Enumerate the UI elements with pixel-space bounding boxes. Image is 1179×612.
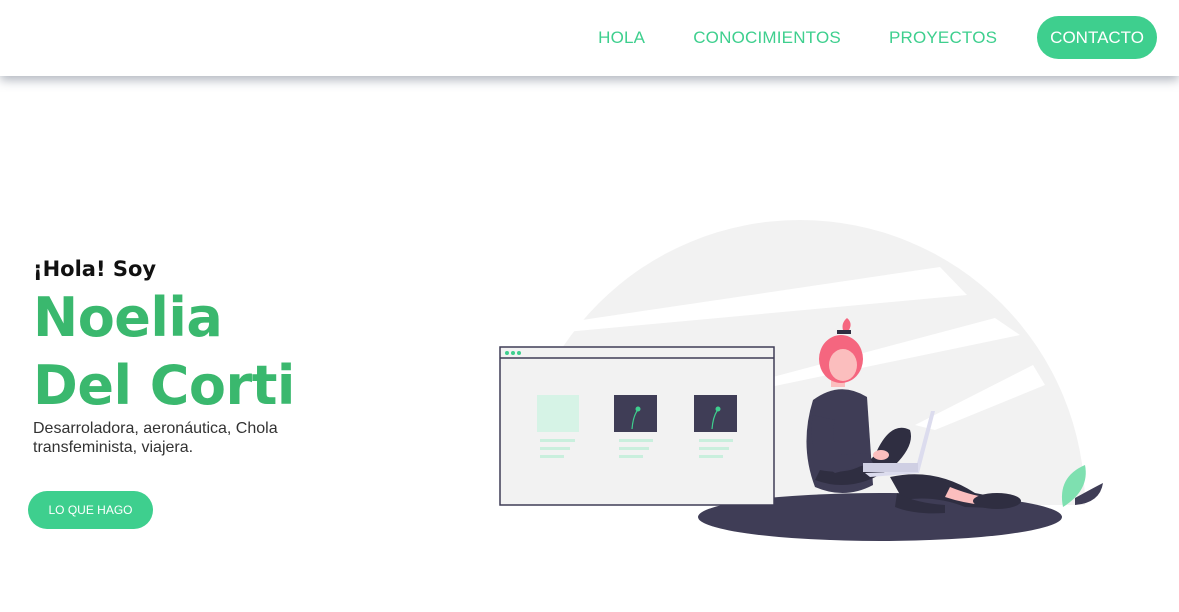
nav-link-proyectos[interactable]: PROYECTOS — [889, 28, 997, 48]
navbar: HOLA CONOCIMIENTOS PROYECTOS CONTACTO — [0, 0, 1179, 76]
nav-contact-button[interactable]: CONTACTO — [1037, 16, 1157, 59]
hero-subtitle: Desarroladora, aeronáutica, Chola transf… — [33, 419, 363, 457]
hero-text: ¡Hola! Soy Noelia Del Corti Desarrolador… — [33, 254, 363, 457]
hero-subtitle-line-1: Desarroladora, aeronáutica, Chola — [33, 420, 278, 437]
lo-que-hago-button[interactable]: LO QUE HAGO — [28, 491, 153, 529]
nav-links: HOLA CONOCIMIENTOS PROYECTOS CONTACTO — [550, 16, 1157, 59]
nav-link-conocimientos[interactable]: CONOCIMIENTOS — [693, 28, 841, 48]
nav-link-hola[interactable]: HOLA — [598, 28, 645, 48]
hero-subtitle-line-2: transfeminista, viajera. — [33, 439, 194, 456]
hero-name-last: Del Corti — [33, 354, 295, 417]
hero-illustration — [499, 220, 1103, 541]
hero-greeting: ¡Hola! Soy — [33, 257, 157, 281]
hero-name-first: Noelia — [33, 286, 223, 349]
browser-window-illustration — [499, 346, 775, 506]
